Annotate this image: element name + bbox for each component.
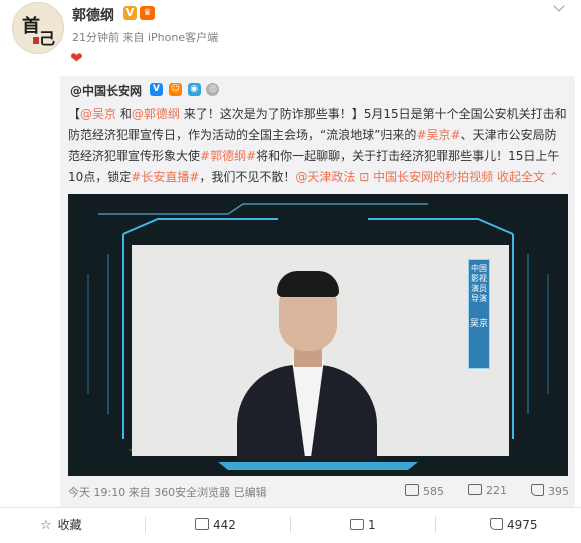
like-icon <box>490 518 503 530</box>
verified-badge-icon[interactable]: V <box>123 6 137 20</box>
repost-comment-count[interactable]: 221 <box>468 484 507 497</box>
seal-mark <box>33 37 39 44</box>
hashtag-link[interactable]: #吴京# <box>416 128 460 142</box>
like-icon <box>531 484 544 496</box>
avatar[interactable]: 首 己 <box>12 2 64 54</box>
hashtag-link[interactable]: #郭德纲# <box>200 149 256 163</box>
video-caption-name: 吴京 <box>469 319 488 329</box>
medal-icon: ◎ <box>206 83 220 96</box>
repost-button[interactable]: 442 <box>195 508 236 542</box>
video-caption-label: 中国影视演员 导演 <box>468 259 490 369</box>
divider <box>435 517 436 533</box>
star-icon: ☆ <box>40 518 52 533</box>
mention-link[interactable]: @郭德纲 <box>132 107 180 121</box>
favorite-button[interactable]: ☆ 收藏 <box>40 508 82 542</box>
chevron-down-icon[interactable] <box>553 0 565 12</box>
divider <box>145 517 146 533</box>
avatar-glyph: 首 <box>22 16 40 37</box>
heart-icon: ❤ <box>70 49 83 67</box>
repost-time: 今天 19:10 来自 360安全浏览器 已编辑 <box>68 486 267 499</box>
post-meta: 21分钟前 来自 iPhone客户端 <box>72 31 219 44</box>
share-icon <box>195 518 209 530</box>
author-name[interactable]: 郭德纲 <box>72 5 114 25</box>
mention-link[interactable]: @吴京 <box>80 107 116 121</box>
action-bar: ☆ 收藏 442 1 4975 <box>0 507 581 542</box>
comment-button[interactable]: 1 <box>350 508 376 542</box>
repost-share-count[interactable]: 585 <box>405 484 444 498</box>
like-button[interactable]: 4975 <box>490 508 538 542</box>
repost-card: @中国长安网 V ☺ ◉ ◎ 【@吴京 和@郭德纲 来了！这次是为了防诈那些事！… <box>60 76 575 507</box>
divider <box>290 517 291 533</box>
repost-footer: 今天 19:10 来自 360安全浏览器 已编辑 585 221 395 <box>0 481 581 501</box>
verified-blue-icon: V <box>150 83 163 96</box>
repost-like-count[interactable]: 395 <box>531 484 569 498</box>
hashtag-link[interactable]: #长安直播# <box>131 170 199 184</box>
comment-icon <box>350 519 364 530</box>
collapse-text-link[interactable]: 收起全文 ⌃ <box>497 170 559 184</box>
mention-link[interactable]: @天津政法 <box>295 170 355 184</box>
avatar-glyph: 己 <box>39 29 56 48</box>
share-icon <box>405 484 419 496</box>
video-player[interactable]: 中国影视演员 导演 吴京 <box>68 194 568 476</box>
vip-badge-icon[interactable]: ♛ <box>140 6 155 20</box>
vip-icon: ☺ <box>168 83 182 96</box>
repost-text: 【@吴京 和@郭德纲 来了！这次是为了防诈那些事！】5月15日是第十个全国公安机… <box>68 107 567 184</box>
repost-author[interactable]: @中国长安网 <box>70 82 142 99</box>
camera-icon: ◉ <box>187 83 201 96</box>
video-link[interactable]: ⊡ 中国长安网的秒拍视频 <box>359 170 493 184</box>
comment-icon <box>468 484 482 495</box>
video-frame <box>132 245 509 460</box>
